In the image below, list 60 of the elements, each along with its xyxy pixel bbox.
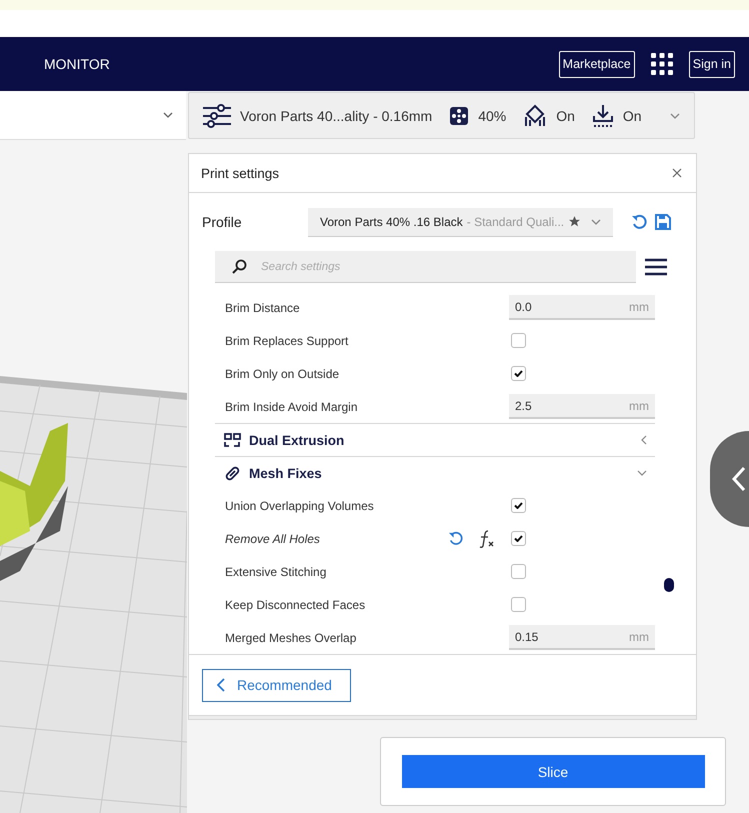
checkmark-icon: [514, 502, 523, 509]
setting-label: Brim Inside Avoid Margin: [225, 400, 359, 414]
function-icon[interactable]: [479, 530, 495, 548]
save-icon[interactable]: [655, 214, 671, 230]
number-field[interactable]: 2.5 mm: [509, 394, 655, 419]
profile-summary: Voron Parts 40...ality - 0.16mm: [240, 108, 432, 124]
infill-value: 40%: [478, 108, 506, 124]
number-field[interactable]: 0.0 mm: [509, 295, 655, 320]
setting-label: Merged Meshes Overlap: [225, 630, 358, 644]
setting-label: Keep Disconnected Faces: [225, 598, 366, 612]
panel-title: Print settings: [201, 166, 280, 180]
setting-label: Extensive Stitching: [225, 564, 328, 578]
apps-grid-icon[interactable]: [650, 53, 673, 75]
setting-label: Brim Distance: [225, 300, 301, 314]
checkbox[interactable]: [511, 333, 526, 348]
chevron-down-icon: [163, 112, 173, 118]
recommended-button[interactable]: Recommended: [202, 668, 351, 702]
number-field[interactable]: 0.15 mm: [509, 625, 655, 650]
chevron-left-icon: [217, 678, 225, 692]
checkbox[interactable]: [511, 366, 526, 381]
print-setup-bar[interactable]: Voron Parts 40...ality - 0.16mm 40% On On: [188, 92, 695, 139]
search-field[interactable]: Search settings: [215, 251, 636, 283]
menu-icon[interactable]: [645, 258, 667, 276]
support-value: On: [556, 108, 575, 124]
setting-label: Brim Only on Outside: [225, 366, 340, 380]
checkbox[interactable]: [511, 531, 526, 546]
close-icon[interactable]: [672, 168, 682, 178]
profile-dropdown[interactable]: Voron Parts 40% .16 Black - Standard Quali...: [308, 208, 613, 236]
chevron-left-icon: [641, 435, 647, 445]
monitor-tab[interactable]: MONITOR: [44, 56, 110, 72]
checkbox[interactable]: [511, 597, 526, 612]
infill-icon: [449, 106, 470, 126]
search-icon: [231, 259, 247, 275]
profile-name: Voron Parts 40% .16 Black: [320, 214, 463, 228]
profile-label: Profile: [202, 214, 243, 230]
checkbox[interactable]: [511, 564, 526, 579]
category-header[interactable]: Dual Extrusion: [215, 423, 655, 456]
setting-label: Union Overlapping Volumes: [225, 498, 375, 512]
sign-in-button[interactable]: Sign in: [688, 50, 735, 78]
setting-label: Brim Replaces Support: [225, 334, 350, 348]
extruders-icon: [224, 433, 241, 447]
chevron-down-icon: [670, 112, 680, 118]
chevron-down-icon: [591, 218, 601, 224]
reset-icon[interactable]: [631, 214, 647, 230]
marketplace-button[interactable]: Marketplace: [558, 50, 635, 78]
setting-label: Remove All Holes: [225, 532, 321, 546]
category-header[interactable]: Mesh Fixes: [215, 456, 655, 489]
star-icon: [568, 215, 582, 228]
checkmark-icon: [514, 535, 523, 542]
chevron-down-icon: [637, 470, 647, 476]
chevron-left-icon: [732, 466, 746, 492]
sliders-icon: [203, 104, 231, 128]
adhesion-value: On: [622, 108, 642, 124]
reset-icon[interactable]: [448, 531, 463, 546]
checkbox[interactable]: [511, 498, 526, 513]
slice-button[interactable]: Slice: [402, 755, 704, 788]
profile-quality: - Standard Quali...: [466, 214, 564, 228]
adhesion-icon: [592, 104, 614, 128]
checkmark-icon: [514, 370, 523, 377]
support-icon: [523, 104, 548, 128]
